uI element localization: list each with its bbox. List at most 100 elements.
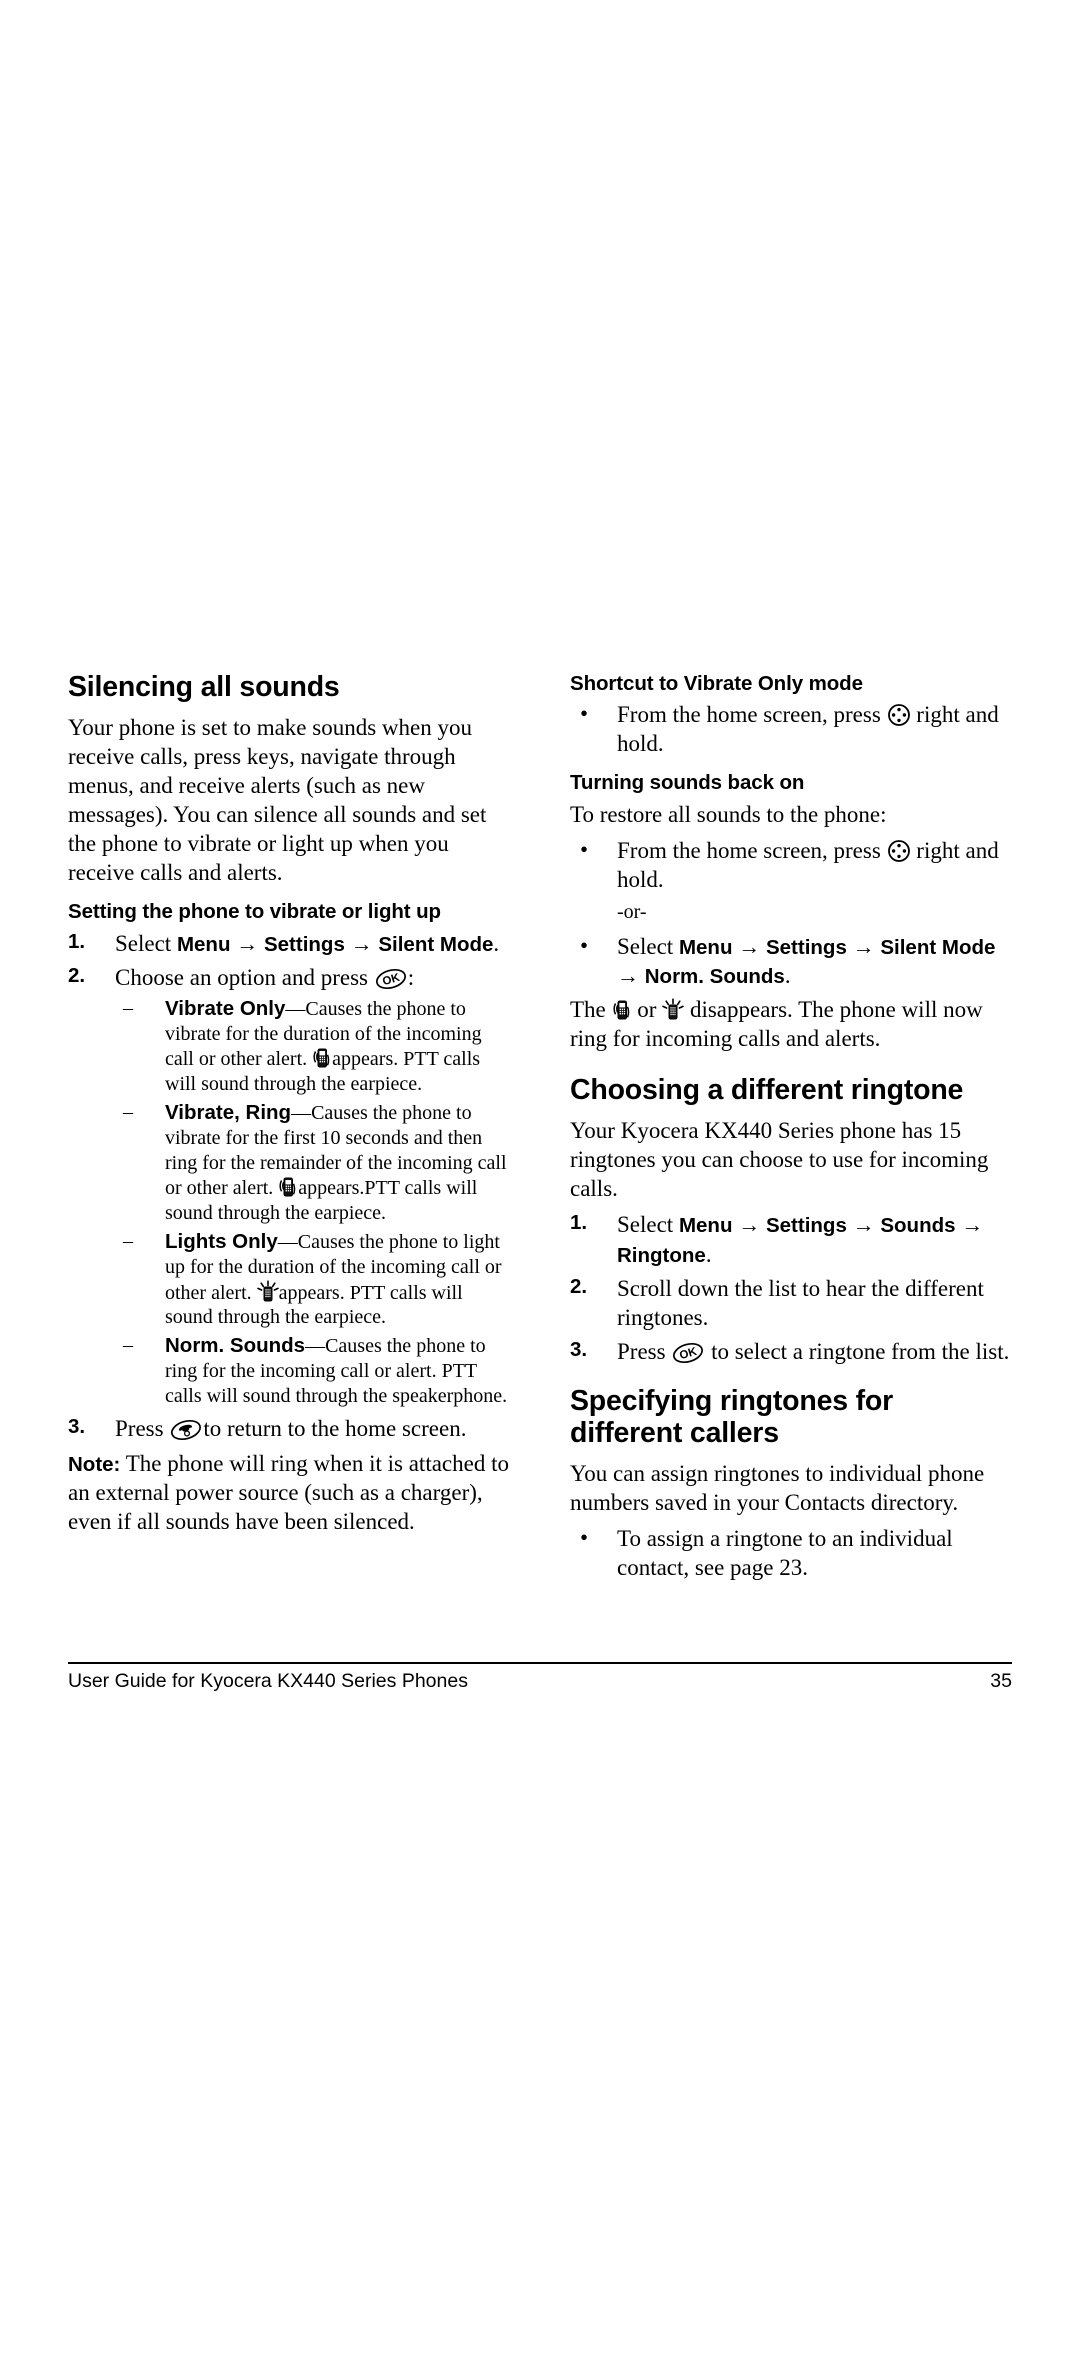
note-text: The phone will ring when it is attached … (68, 1450, 509, 1534)
step-3-text-after: to select a ringtone from the list. (711, 1338, 1010, 1364)
turning-bullet-item-2: • Select Menu → Settings → Silent Mode → … (570, 932, 1012, 990)
turning-bullet-item-1: • From the home screen, press right and h… (570, 836, 1012, 894)
option-term: Norm. Sounds (165, 1334, 306, 1358)
bullet-trailing: . (784, 962, 791, 988)
option-term: Vibrate, Ring (165, 1101, 292, 1125)
step-3-text-after: to return to the home screen. (203, 1415, 467, 1441)
lights-phone-icon (256, 1280, 279, 1304)
end-key-icon (169, 1419, 203, 1441)
ok-key-icon: OK (374, 968, 408, 990)
bullet-marker: • (580, 932, 589, 958)
step-2: 2. Choose an option and press OK : – Vibra… (68, 963, 510, 1409)
silent-mode-options-list: – Vibrate Only—Causes the phone to vibrat… (115, 996, 510, 1409)
silencing-steps-list: 1. Select Menu → Settings → Silent Mode. … (68, 929, 510, 1443)
menu-path-settings: Settings (263, 932, 345, 956)
menu-path-sounds: Sounds (880, 1214, 956, 1238)
turning-intro-paragraph: To restore all sounds to the phone: (570, 801, 887, 827)
right-column: Shortcut to Vibrate Only mode • From the … (570, 672, 1012, 1587)
turning-bullet-list-2: • Select Menu → Settings → Silent Mode → … (570, 932, 1012, 990)
arrow-icon: → (961, 1212, 984, 1238)
page-footer: User Guide for Kyocera KX440 Series Phon… (68, 1662, 1012, 1693)
vibrate-phone-icon (278, 1175, 298, 1199)
menu-path-menu: Menu (678, 1214, 733, 1238)
specify-intro-paragraph: You can assign ringtones to individual p… (570, 1460, 985, 1515)
subheading-setting-vibrate: Setting the phone to vibrate or light up (68, 900, 441, 924)
section-heading-specifying-ringtones: Specifying ringtones for different calle… (570, 1384, 1012, 1450)
lights-phone-icon (662, 998, 684, 1022)
icon-disappears-paragraph: The or disappears. The phone will now ri… (570, 995, 1012, 1053)
option-term: Lights Only (165, 1230, 278, 1254)
section-heading-choosing-ringtone: Choosing a different ringtone (570, 1074, 964, 1107)
disappear-text-c: disappears. The phone will now ring for … (570, 997, 983, 1052)
step-3-text-before: Press (617, 1338, 666, 1364)
or-separator: -or- (617, 900, 647, 923)
vibrate-phone-icon (612, 998, 632, 1022)
nav-key-icon (887, 703, 911, 727)
step-3: 3. Press to return to the home screen. (68, 1414, 510, 1443)
dash-marker: – (123, 1334, 133, 1357)
bullet-text-before: From the home screen, press (617, 702, 881, 728)
arrow-icon: → (236, 930, 259, 956)
specify-heading-line-1: Specifying ringtones for (570, 1384, 893, 1417)
menu-path-settings: Settings (765, 935, 847, 959)
specify-bullet-item: • To assign a ringtone to an individual c… (570, 1524, 1012, 1582)
silencing-intro-paragraph: Your phone is set to make sounds when yo… (68, 714, 487, 886)
menu-path-ringtone: Ringtone (617, 1243, 706, 1267)
footer-row: User Guide for Kyocera KX440 Series Phon… (68, 1670, 1012, 1693)
menu-path-menu: Menu (176, 932, 231, 956)
menu-path-norm-sounds: Norm. Sounds (644, 964, 785, 988)
bullet-text: To assign a ringtone to an individual co… (617, 1525, 953, 1580)
em-dash: — (277, 1231, 298, 1254)
option-term: Vibrate Only (165, 996, 286, 1020)
shortcut-bullet-item: • From the home screen, press right and h… (570, 700, 1012, 758)
step-trailing: . (493, 930, 500, 956)
ringtone-step-1: 1. Select Menu → Settings → Sounds → Ring… (570, 1210, 1012, 1268)
step-2-text: Scroll down the list to hear the differe… (617, 1275, 984, 1330)
arrow-icon: → (738, 1212, 761, 1238)
arrow-icon: → (738, 933, 761, 959)
option-vibrate-ring: – Vibrate, Ring—Causes the phone to vibra… (115, 1100, 510, 1226)
subheading-turning-sounds-back-on: Turning sounds back on (570, 771, 805, 795)
left-column: Silencing all sounds Your phone is set t… (68, 671, 510, 1543)
menu-path-silent-mode: Silent Mode (378, 932, 494, 956)
step-lead: Select (617, 1212, 674, 1238)
note-label: Note: (68, 1452, 121, 1476)
bullet-marker: • (580, 701, 589, 727)
turning-bullet-list: • From the home screen, press right and h… (570, 836, 1012, 894)
vibrate-phone-icon (312, 1046, 332, 1070)
em-dash: — (305, 1335, 326, 1358)
menu-path-silent-mode: Silent Mode (880, 935, 996, 959)
step-number: 3. (570, 1337, 588, 1361)
arrow-icon: → (852, 1212, 875, 1238)
arrow-icon: → (852, 933, 875, 959)
em-dash: — (291, 1102, 312, 1125)
ringtone-step-3: 3. Press OK to select a ringtone from the… (570, 1337, 1012, 1366)
step-1: 1. Select Menu → Settings → Silent Mode. (68, 929, 510, 958)
page-content: Silencing all sounds Your phone is set t… (68, 671, 1012, 1587)
em-dash: — (285, 997, 306, 1020)
step-number: 1. (570, 1211, 588, 1235)
step-number: 2. (570, 1274, 588, 1298)
specify-bullet-list: • To assign a ringtone to an individual c… (570, 1524, 1012, 1582)
ringtone-steps-list: 1. Select Menu → Settings → Sounds → Ring… (570, 1210, 1012, 1365)
menu-path-settings: Settings (765, 1214, 847, 1238)
option-norm-sounds: – Norm. Sounds—Causes the phone to ring f… (115, 1333, 510, 1408)
ringtone-intro-paragraph: Your Kyocera KX440 Series phone has 15 r… (570, 1118, 989, 1202)
disappear-text-a: The (570, 997, 606, 1023)
option-lights-only: – Lights Only—Causes the phone to light u… (115, 1229, 510, 1330)
nav-key-icon (887, 839, 911, 863)
ok-key-icon: OK (671, 1342, 705, 1364)
section-heading-silencing: Silencing all sounds (68, 671, 340, 703)
subheading-shortcut-vibrate: Shortcut to Vibrate Only mode (570, 672, 863, 695)
footer-divider (68, 1662, 1012, 1664)
bullet-marker: • (580, 1524, 589, 1550)
step-trailing: . (705, 1241, 712, 1267)
option-vibrate-only: – Vibrate Only—Causes the phone to vibrat… (115, 996, 510, 1097)
step-2-text-before: Choose an option and press (115, 964, 368, 990)
shortcut-bullet-list: • From the home screen, press right and h… (570, 700, 1012, 758)
dash-marker: – (123, 1101, 133, 1124)
step-number: 3. (68, 1414, 86, 1438)
arrow-icon: → (350, 930, 373, 956)
arrow-icon: → (617, 962, 639, 988)
note-paragraph: Note: The phone will ring when it is att… (68, 1449, 510, 1536)
